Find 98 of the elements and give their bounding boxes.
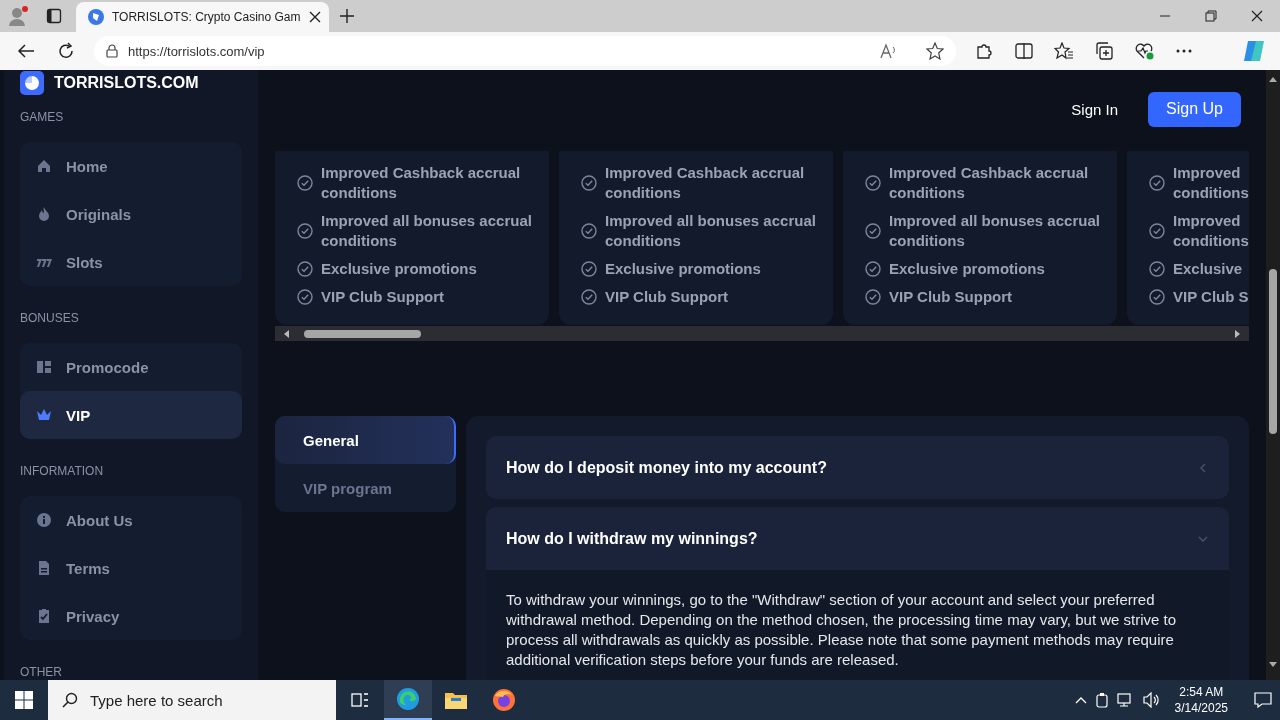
- faq-question[interactable]: How do I withdraw my winnings?: [486, 507, 1229, 570]
- section-label: INFORMATION: [20, 463, 105, 479]
- clipboard-check-icon: [36, 608, 52, 624]
- check-circle-icon: [581, 175, 597, 191]
- section-label: GAMES: [20, 109, 65, 125]
- feature-text: VIP Club Support: [605, 287, 729, 307]
- faq-answer: To withdraw your winnings, go to the "Withdraw" section of your account and select your preferred withdrawal method. Depending on the method chosen, the processing time may vary, but we strive to process all withdrawals as quickly as possible. Please note that some payment methods may require additional verification steps before your funds are released.: [486, 570, 1229, 680]
- clock-time[interactable]: 2:54 AM: [1179, 684, 1224, 700]
- scroll-up-icon[interactable]: [1269, 76, 1277, 82]
- feature-text: VIP Club S: [1173, 287, 1249, 307]
- collections-icon[interactable]: [1095, 42, 1113, 60]
- clock-date[interactable]: 3/14/2025: [1174, 700, 1228, 716]
- device-icon[interactable]: [1094, 692, 1109, 708]
- sidebar-item[interactable]: Promocode: [20, 343, 242, 391]
- new-tab-icon[interactable]: [338, 8, 355, 24]
- site-logo[interactable]: TORRISLOTS.COM: [54, 74, 199, 92]
- notification-icon[interactable]: [1254, 692, 1272, 708]
- sidebar-item[interactable]: Slots: [20, 238, 242, 286]
- check-circle-icon: [865, 223, 881, 239]
- scroll-down-icon[interactable]: [1269, 662, 1277, 668]
- scroll-left-icon[interactable]: [283, 329, 291, 338]
- feature-text: Exclusive promotions: [321, 259, 477, 279]
- firefox-icon[interactable]: [492, 688, 516, 712]
- feature-text: Improved conditions: [1173, 211, 1249, 251]
- sidebar-item[interactable]: Privacy: [20, 592, 242, 640]
- windows-start-icon[interactable]: [15, 691, 33, 709]
- sidebar-item[interactable]: Home: [20, 142, 242, 190]
- favorites-icon[interactable]: [1054, 42, 1074, 60]
- sidebar-item[interactable]: About Us: [20, 496, 242, 544]
- back-icon[interactable]: [17, 43, 35, 59]
- check-circle-icon: [297, 261, 313, 277]
- feature-text: Exclusive: [1173, 259, 1243, 279]
- scroll-right-icon[interactable]: [1233, 329, 1241, 338]
- check-circle-icon: [581, 223, 597, 239]
- check-circle-icon: [1149, 261, 1165, 277]
- browser-tab[interactable]: TORRISLOTS: Crypto Casino Gam: [76, 2, 329, 32]
- puzzle-icon[interactable]: [975, 42, 993, 60]
- section-label: BONUSES: [20, 310, 80, 326]
- feature-text: Improved Cashback accrual conditions: [321, 163, 522, 203]
- sidebar-item[interactable]: VIP: [20, 391, 242, 439]
- sidebar-item[interactable]: Terms: [20, 544, 242, 592]
- check-circle-icon: [1149, 223, 1165, 239]
- feature-text: Exclusive promotions: [605, 259, 761, 279]
- section-label: OTHER: [20, 664, 63, 680]
- edge-icon[interactable]: [396, 687, 420, 711]
- check-circle-icon: [297, 223, 313, 239]
- check-circle-icon: [1149, 175, 1165, 191]
- taskbar-search-field[interactable]: Type here to search: [48, 680, 336, 720]
- check-circle-icon: [581, 261, 597, 277]
- heart-pulse-icon[interactable]: [1134, 42, 1154, 60]
- check-circle-icon: [581, 289, 597, 305]
- feature-text: Improved all bonuses accrual conditions: [889, 211, 1101, 251]
- feature-text: Improved all bonuses accrual conditions: [321, 211, 533, 251]
- feature-text: VIP Club Support: [889, 287, 1013, 307]
- check-circle-icon: [865, 289, 881, 305]
- faq-tab[interactable]: VIP program: [275, 464, 456, 512]
- refresh-icon[interactable]: [57, 42, 75, 60]
- sidebar-item[interactable]: Originals: [20, 190, 242, 238]
- copilot-icon[interactable]: [1242, 39, 1266, 63]
- close-icon[interactable]: [308, 11, 321, 23]
- scrollbar-thumb[interactable]: [304, 329, 421, 338]
- folder-icon[interactable]: [444, 690, 468, 710]
- task-view-icon[interactable]: [351, 692, 369, 708]
- faq-tab[interactable]: General: [275, 416, 456, 464]
- chevron-up-icon[interactable]: [1074, 696, 1087, 704]
- read-aloud-icon[interactable]: [880, 43, 898, 59]
- sign-up-button[interactable]: Sign Up: [1148, 91, 1241, 127]
- blocks-icon: [36, 359, 52, 375]
- split-screen-icon[interactable]: [1015, 43, 1033, 59]
- check-circle-icon: [865, 261, 881, 277]
- check-circle-icon: [865, 175, 881, 191]
- faq-question[interactable]: How do I deposit money into my account?: [486, 436, 1229, 499]
- flame-icon: [36, 206, 52, 222]
- crown-icon: [36, 407, 52, 423]
- check-circle-icon: [297, 289, 313, 305]
- home-icon: [36, 158, 52, 174]
- lock-icon: [106, 44, 118, 58]
- sign-in-link[interactable]: Sign In: [1065, 99, 1124, 119]
- document-icon: [36, 560, 52, 576]
- star-icon[interactable]: [926, 42, 944, 60]
- search-icon: [62, 692, 78, 708]
- profile-icon[interactable]: [7, 5, 29, 27]
- info-icon: [36, 512, 52, 528]
- feature-text: VIP Club Support: [321, 287, 445, 307]
- feature-text: Improved conditions: [1173, 163, 1249, 203]
- search-input[interactable]: Type here to search: [88, 690, 312, 710]
- feature-text: Improved Cashback accrual conditions: [605, 163, 806, 203]
- feature-text: Improved all bonuses accrual conditions: [605, 211, 817, 251]
- address-bar[interactable]: https://torrislots.com/vip: [94, 36, 956, 66]
- check-circle-icon: [1149, 289, 1165, 305]
- check-circle-icon: [297, 175, 313, 191]
- feature-text: Exclusive promotions: [889, 259, 1045, 279]
- tab-actions-icon[interactable]: [46, 8, 62, 24]
- feature-text: Improved Cashback accrual conditions: [889, 163, 1090, 203]
- speaker-icon[interactable]: [1142, 692, 1161, 708]
- more-icon[interactable]: [1176, 49, 1192, 53]
- scrollbar-thumb[interactable]: [1269, 269, 1277, 434]
- globe-icon: [88, 9, 104, 25]
